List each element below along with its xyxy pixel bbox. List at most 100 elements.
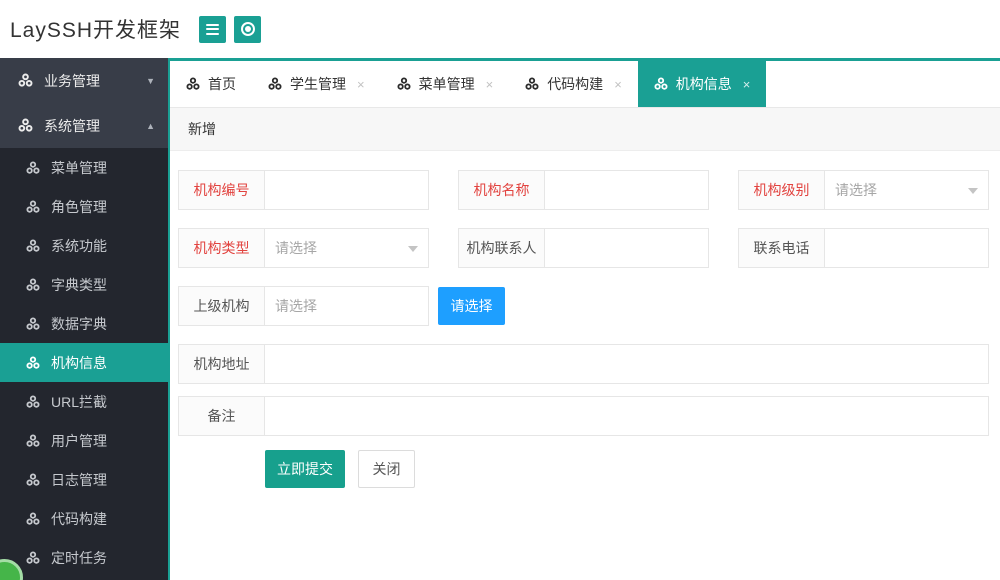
cluster-icon xyxy=(26,278,40,292)
org-code-input[interactable] xyxy=(264,170,429,210)
cluster-icon xyxy=(26,239,40,253)
app-header: LaySSH开发框架 xyxy=(0,0,1000,58)
sidebar-item-log-mgmt[interactable]: 日志管理 xyxy=(0,460,168,499)
tab-student-mgmt[interactable]: 学生管理 × xyxy=(252,61,381,107)
sidebar-item-scheduled-tasks[interactable]: 定时任务 xyxy=(0,538,168,577)
sidebar-item-menu-mgmt[interactable]: 菜单管理 xyxy=(0,148,168,187)
collapse-menu-button[interactable] xyxy=(199,16,226,43)
address-label: 机构地址 xyxy=(178,344,265,384)
field-phone: 联系电话 xyxy=(738,228,989,268)
submit-button[interactable]: 立即提交 xyxy=(265,450,345,488)
tab-label: 菜单管理 xyxy=(419,74,475,94)
remark-input[interactable] xyxy=(264,396,989,436)
sidebar-item-user-mgmt[interactable]: 用户管理 xyxy=(0,421,168,460)
parent-org-select-button[interactable]: 请选择 xyxy=(438,287,505,325)
tab-label: 学生管理 xyxy=(290,74,346,94)
remark-label: 备注 xyxy=(178,396,265,436)
cluster-icon xyxy=(397,77,411,91)
tab-org-info[interactable]: 机构信息 × xyxy=(638,61,767,107)
sidebar-item-url-intercept[interactable]: URL拦截 xyxy=(0,382,168,421)
dropdown-arrow-icon xyxy=(408,246,418,252)
cluster-icon xyxy=(26,317,40,331)
org-level-placeholder: 请选择 xyxy=(835,180,877,200)
sidebar-item-org-info[interactable]: 机构信息 xyxy=(0,343,168,382)
tab-bar: 首页 学生管理 × 菜单管理 × 代码构建 × 机构信息 × xyxy=(170,58,1000,107)
sidebar-item-code-build[interactable]: 代码构建 xyxy=(0,499,168,538)
org-level-select[interactable]: 请选择 xyxy=(824,170,989,210)
sidebar-item-label: 系统功能 xyxy=(51,236,107,256)
tab-home[interactable]: 首页 xyxy=(170,61,252,107)
close-form-button[interactable]: 关闭 xyxy=(358,450,415,488)
app-window: LaySSH开发框架 业务管理 ▼ 系统管理 ▲ 菜单管理 角色管理 xyxy=(0,0,1000,580)
dropdown-arrow-icon xyxy=(968,188,978,194)
cluster-icon xyxy=(654,77,668,91)
parent-org-label: 上级机构 xyxy=(178,286,265,326)
sidebar-item-label: 数据字典 xyxy=(51,314,107,334)
org-type-select[interactable]: 请选择 xyxy=(264,228,429,268)
org-contact-label: 机构联系人 xyxy=(458,228,545,268)
sidebar-item-label: 代码构建 xyxy=(51,509,107,529)
sidebar-item-label: 用户管理 xyxy=(51,431,107,451)
locate-button[interactable] xyxy=(234,16,261,43)
close-icon[interactable]: × xyxy=(614,77,622,92)
field-org-contact: 机构联系人 xyxy=(458,228,709,268)
sidebar-item-dict-type[interactable]: 字典类型 xyxy=(0,265,168,304)
tab-code-build[interactable]: 代码构建 × xyxy=(509,61,638,107)
address-input[interactable] xyxy=(264,344,989,384)
org-type-label: 机构类型 xyxy=(178,228,265,268)
sidebar-item-system-functions[interactable]: 系统功能 xyxy=(0,226,168,265)
sidebar-item-label: 机构信息 xyxy=(51,353,107,373)
close-icon[interactable]: × xyxy=(357,77,365,92)
org-name-label: 机构名称 xyxy=(458,170,545,210)
sidebar: 业务管理 ▼ 系统管理 ▲ 菜单管理 角色管理 系统功能 字典类型 数据字典 xyxy=(0,58,170,580)
tab-menu-mgmt[interactable]: 菜单管理 × xyxy=(381,61,510,107)
cluster-icon xyxy=(26,356,40,370)
close-icon[interactable]: × xyxy=(743,77,751,92)
tab-label: 代码构建 xyxy=(547,74,603,94)
sidebar-item-label: 日志管理 xyxy=(51,470,107,490)
close-icon[interactable]: × xyxy=(486,77,494,92)
cluster-icon xyxy=(26,551,40,565)
field-org-name: 机构名称 xyxy=(458,170,709,210)
sidebar-item-system-mgmt[interactable]: 系统管理 ▲ xyxy=(0,103,168,148)
phone-label: 联系电话 xyxy=(738,228,825,268)
sidebar-parent-label: 业务管理 xyxy=(44,71,100,91)
field-remark: 备注 xyxy=(178,396,989,436)
hamburger-icon xyxy=(206,24,219,35)
org-contact-input[interactable] xyxy=(544,228,709,268)
phone-input[interactable] xyxy=(824,228,989,268)
chevron-down-icon: ▼ xyxy=(146,76,155,86)
target-ring-icon xyxy=(241,22,255,36)
field-org-level: 机构级别 请选择 xyxy=(738,170,989,210)
field-org-code: 机构编号 xyxy=(178,170,429,210)
cluster-icon xyxy=(26,161,40,175)
cluster-icon xyxy=(26,395,40,409)
org-level-label: 机构级别 xyxy=(738,170,825,210)
parent-org-input[interactable] xyxy=(264,286,429,326)
field-address: 机构地址 xyxy=(178,344,989,384)
org-name-input[interactable] xyxy=(544,170,709,210)
sidebar-item-label: 角色管理 xyxy=(51,197,107,217)
sidebar-item-business-mgmt[interactable]: 业务管理 ▼ xyxy=(0,58,168,103)
chevron-up-icon: ▲ xyxy=(146,121,155,131)
cluster-icon xyxy=(268,77,282,91)
cluster-icon xyxy=(26,473,40,487)
sidebar-item-label: 定时任务 xyxy=(51,548,107,568)
cluster-icon xyxy=(26,512,40,526)
org-type-placeholder: 请选择 xyxy=(275,238,317,258)
field-parent-org: 上级机构 xyxy=(178,286,429,326)
org-form: 机构编号 机构名称 机构级别 请选择 机构类型 请选择 xyxy=(170,151,1000,580)
panel-title: 新增 xyxy=(170,107,1000,151)
tab-label: 机构信息 xyxy=(676,74,732,94)
sidebar-item-label: 字典类型 xyxy=(51,275,107,295)
field-org-type: 机构类型 请选择 xyxy=(178,228,429,268)
main-content: 首页 学生管理 × 菜单管理 × 代码构建 × 机构信息 × xyxy=(170,58,1000,580)
sidebar-item-role-mgmt[interactable]: 角色管理 xyxy=(0,187,168,226)
cluster-icon xyxy=(26,200,40,214)
cluster-icon xyxy=(186,77,200,91)
cluster-icon xyxy=(18,118,33,133)
sidebar-parent-label: 系统管理 xyxy=(44,116,100,136)
sidebar-item-data-dict[interactable]: 数据字典 xyxy=(0,304,168,343)
sidebar-item-label: 菜单管理 xyxy=(51,158,107,178)
org-code-label: 机构编号 xyxy=(178,170,265,210)
